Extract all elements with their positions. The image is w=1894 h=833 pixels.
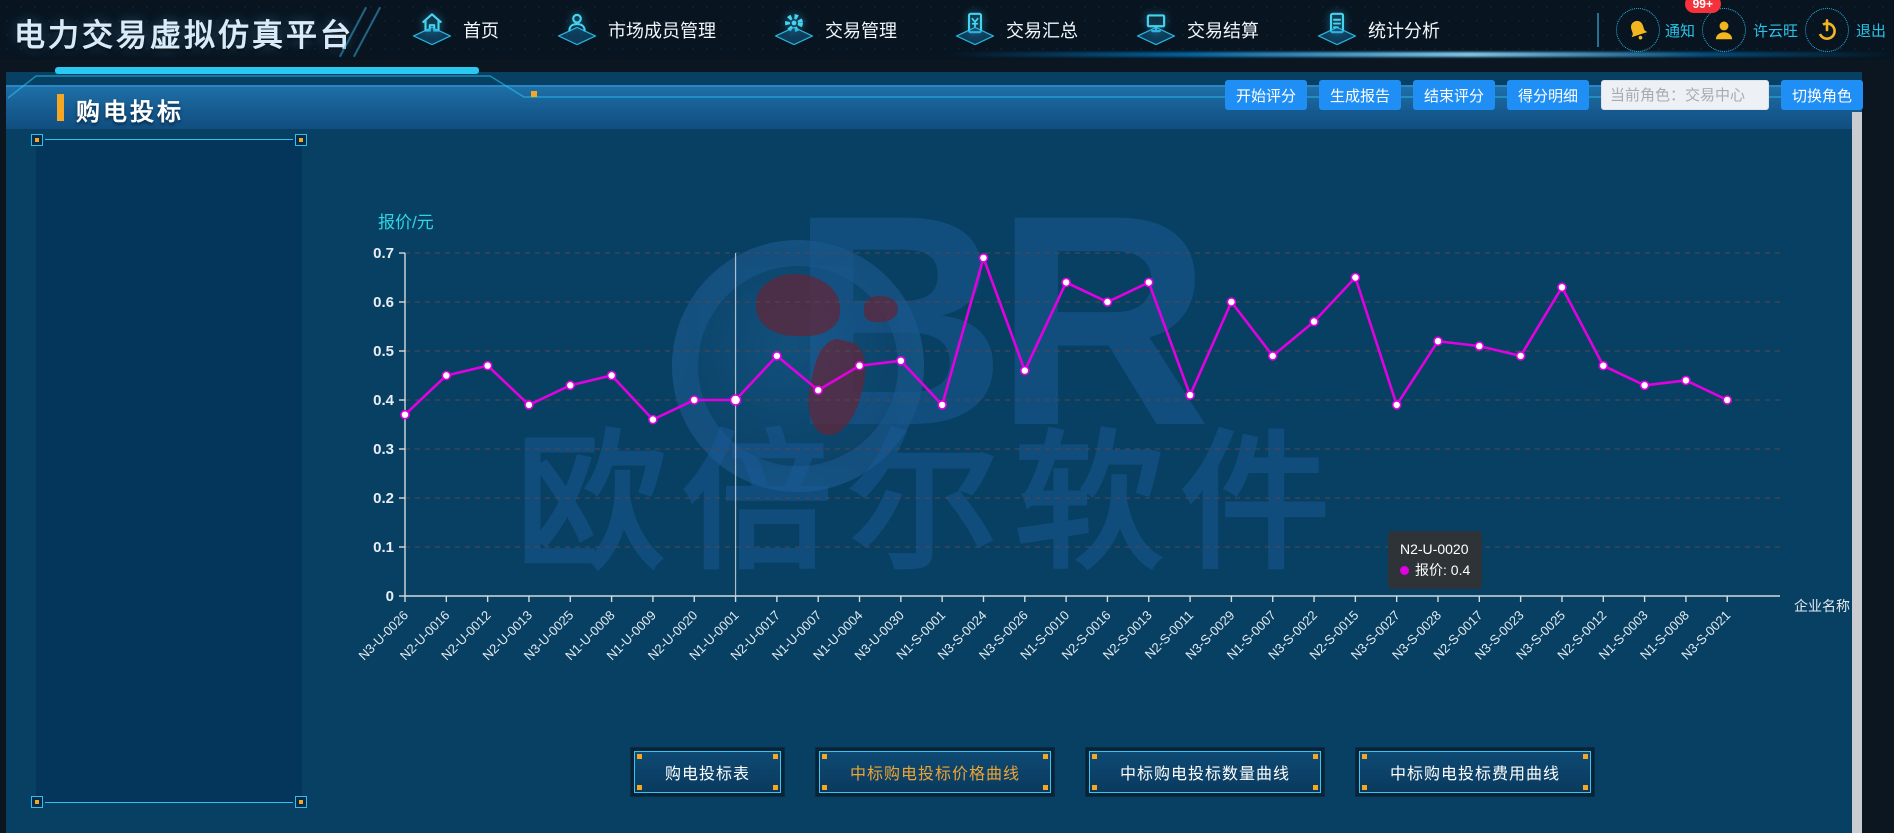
svg-text:0.4: 0.4 (373, 392, 395, 409)
tooltip-value: 报价: 0.4 (1415, 562, 1470, 578)
nav-item-label: 交易结算 (1187, 17, 1259, 43)
nav-item-icon (772, 9, 816, 51)
corner-decor (31, 134, 43, 146)
session-list-item[interactable] (36, 281, 302, 323)
session-list-panel (36, 139, 302, 803)
chart-tooltip: N2-U-0020 报价: 0.4 (1388, 531, 1482, 589)
svg-text:企业名称: 企业名称 (1794, 598, 1850, 614)
nav-item-label: 交易管理 (825, 17, 897, 43)
generate-report-button[interactable]: 生成报告 (1319, 80, 1401, 110)
svg-text:0.1: 0.1 (373, 539, 394, 556)
nav-item-label: 市场成员管理 (608, 17, 716, 43)
nav-item-icon (1134, 9, 1178, 51)
curve-tab-label: 中标购电投标费用曲线 (1359, 751, 1591, 793)
app-root: 电力交易虚拟仿真平台 首页 市场成员管理 (0, 0, 1894, 833)
notification-bell-button[interactable] (1616, 8, 1660, 52)
nav-item-icon (953, 9, 997, 51)
tooltip-title: N2-U-0020 (1400, 539, 1470, 560)
power-icon (1814, 17, 1840, 43)
session-list-item[interactable] (36, 533, 302, 575)
title-accent-bar (57, 94, 64, 121)
notification-group: 通知 99+ (1616, 8, 1695, 52)
page-gutter (1862, 60, 1894, 833)
page-title: 购电投标 (76, 92, 184, 127)
nav-item-label: 首页 (463, 17, 499, 43)
curve-tab-button[interactable]: 中标购电投标费用曲线 (1355, 747, 1595, 797)
svg-text:0.5: 0.5 (373, 343, 394, 360)
corner-decor (31, 796, 43, 808)
svg-text:0.7: 0.7 (373, 245, 394, 262)
curve-tab-label: 中标购电投标数量曲线 (1089, 751, 1321, 793)
nav-item[interactable]: 交易管理 (772, 9, 897, 51)
nav-item[interactable]: 交易结算 (1134, 9, 1259, 51)
nav-item[interactable]: 首页 (410, 9, 499, 51)
username-label[interactable]: 许云旺 (1753, 20, 1798, 41)
svg-text:报价/元: 报价/元 (378, 213, 434, 232)
logout-label[interactable]: 退出 (1856, 20, 1886, 41)
curve-button-row: 购电投标表 中标购电投标价格曲线 中标购电投标数量曲线 中标购电投标费用曲线 (630, 747, 1595, 797)
end-scoring-button[interactable]: 结束评分 (1413, 80, 1495, 110)
panel-border (45, 139, 293, 140)
panel-border (45, 802, 293, 803)
session-list (36, 155, 302, 575)
current-role-input[interactable] (1601, 80, 1769, 110)
bid-price-line-chart[interactable]: 00.10.20.30.40.50.60.7N3-U-0026N2-U-0016… (300, 140, 1880, 685)
start-scoring-button[interactable]: 开始评分 (1225, 80, 1307, 110)
series-dot-icon (1400, 566, 1409, 575)
corner-decor (295, 796, 307, 808)
bell-icon (1625, 17, 1651, 43)
nav-item-icon (410, 9, 454, 51)
user-avatar-button[interactable] (1702, 8, 1746, 52)
curve-tab-button[interactable]: 购电投标表 (630, 747, 785, 797)
nav-item[interactable]: 市场成员管理 (555, 9, 716, 51)
notification-badge: 99+ (1685, 0, 1721, 13)
svg-text:0.2: 0.2 (373, 490, 394, 507)
logout-power-button[interactable] (1805, 8, 1849, 52)
corner-decor (295, 134, 307, 146)
scoring-toolbar: 开始评分 生成报告 结束评分 得分明细 切换角色 (1225, 80, 1863, 110)
curve-tab-button[interactable]: 中标购电投标价格曲线 (815, 747, 1055, 797)
user-icon (1711, 17, 1737, 43)
main-nav: 首页 市场成员管理 交易管理 (410, 0, 1440, 60)
logo-separator-decor (352, 4, 392, 56)
session-list-item[interactable] (36, 239, 302, 281)
svg-text:0: 0 (386, 588, 394, 605)
session-list-item[interactable] (36, 323, 302, 365)
curve-tab-label: 购电投标表 (634, 751, 781, 793)
nav-item[interactable]: 统计分析 (1315, 9, 1440, 51)
nav-item-icon (555, 9, 599, 51)
switch-role-button[interactable]: 切换角色 (1781, 80, 1863, 110)
session-list-item[interactable] (36, 155, 302, 197)
session-list-item[interactable] (36, 197, 302, 239)
session-list-item[interactable] (36, 407, 302, 449)
divider (1597, 13, 1599, 47)
nav-item-label: 交易汇总 (1006, 17, 1078, 43)
navbar: 电力交易虚拟仿真平台 首页 市场成员管理 (0, 0, 1894, 60)
nav-item-icon (1315, 9, 1359, 51)
score-detail-button[interactable]: 得分明细 (1507, 80, 1589, 110)
notification-label[interactable]: 通知 (1665, 20, 1695, 41)
session-list-item[interactable] (36, 449, 302, 491)
app-logo: 电力交易虚拟仿真平台 (14, 10, 354, 55)
curve-tab-button[interactable]: 中标购电投标数量曲线 (1085, 747, 1325, 797)
vertical-scrollbar[interactable] (1852, 112, 1862, 833)
svg-text:0.3: 0.3 (373, 441, 394, 458)
nav-item-label: 统计分析 (1368, 17, 1440, 43)
svg-text:0.6: 0.6 (373, 294, 394, 311)
navbar-right: 通知 99+ 许云旺 退出 (1597, 0, 1886, 60)
session-list-item[interactable] (36, 365, 302, 407)
session-list-item[interactable] (36, 491, 302, 533)
curve-tab-label: 中标购电投标价格曲线 (819, 751, 1051, 793)
nav-item[interactable]: 交易汇总 (953, 9, 1078, 51)
